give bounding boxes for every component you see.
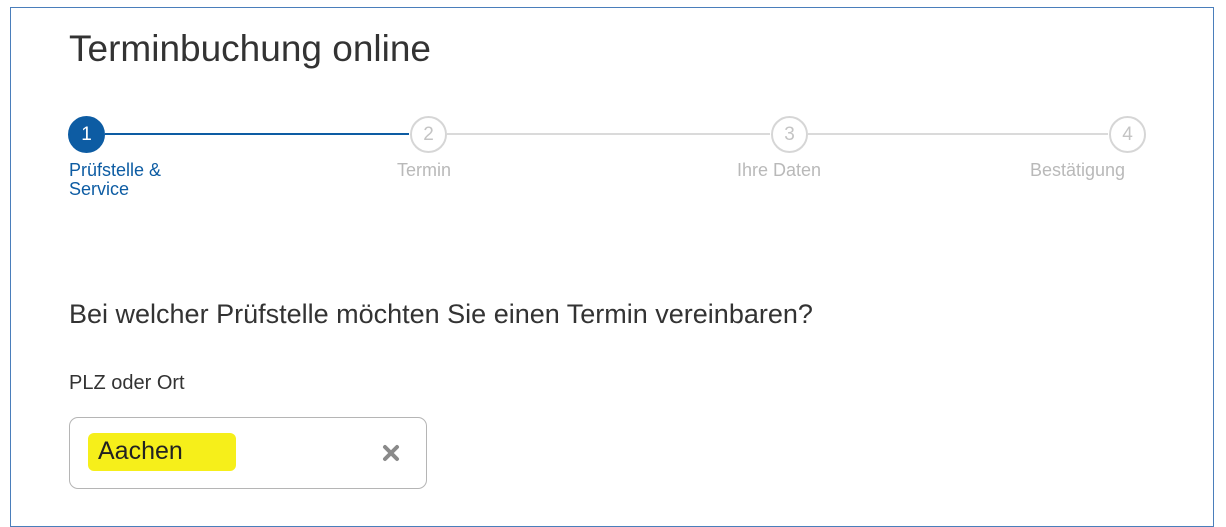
step-1-label-line2: Service <box>69 179 130 199</box>
step-connector-3-4 <box>808 133 1108 135</box>
location-field-label: PLZ oder Ort <box>69 372 185 394</box>
location-question: Bei welcher Prüfstelle möchten Sie einen… <box>69 299 813 329</box>
step-2-circle: 2 <box>410 116 447 153</box>
location-input[interactable] <box>98 434 358 468</box>
step-4-circle: 4 <box>1109 116 1146 153</box>
location-field[interactable] <box>69 417 427 489</box>
step-1-label[interactable]: Prüfstelle & Service <box>69 161 161 199</box>
step-4-label: Bestätigung <box>1030 160 1126 180</box>
close-icon <box>383 445 399 461</box>
step-1-circle[interactable]: 1 <box>68 116 105 153</box>
step-connector-2-3 <box>447 133 770 135</box>
step-3-label: Ihre Daten <box>737 160 822 180</box>
step-3-circle: 3 <box>771 116 808 153</box>
booking-stepper: 1 2 3 4 Prüfstelle & Service Termin Ihre… <box>0 0 1226 220</box>
step-1-label-line1: Prüfstelle & <box>69 160 162 180</box>
step-2-label: Termin <box>397 160 452 180</box>
step-connector-1-2 <box>105 133 409 135</box>
clear-location-button[interactable] <box>376 438 406 468</box>
